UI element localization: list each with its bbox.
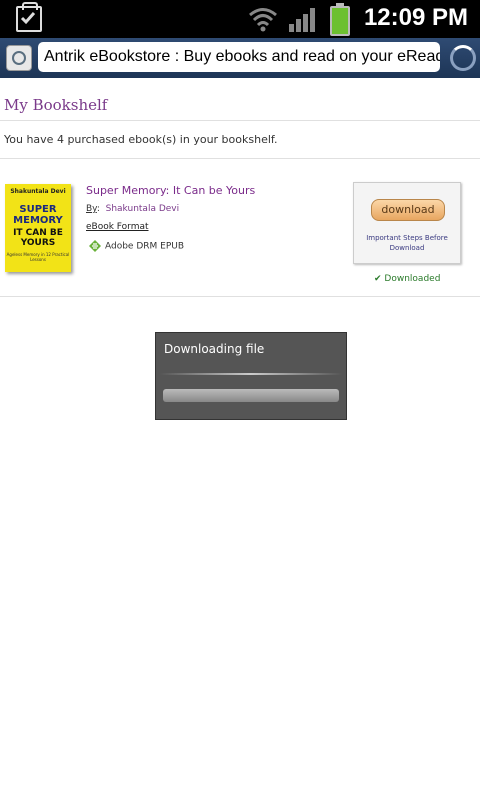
status-time: 12:09 PM [363, 4, 468, 31]
download-progress-dialog: Downloading file [155, 332, 347, 420]
dialog-separator [160, 373, 342, 375]
divider [0, 158, 480, 159]
download-box: download Important Steps Before Download [353, 182, 461, 264]
divider [0, 120, 480, 121]
purchase-count-text: You have 4 purchased ebook(s) in your bo… [4, 133, 278, 146]
divider [0, 296, 480, 297]
download-progress-bar [163, 389, 339, 402]
page-title: My Bookshelf [4, 96, 108, 114]
dialog-title: Downloading file [164, 342, 265, 356]
cover-title: SUPER MEMORY [13, 204, 63, 226]
browser-url-bar: Antrik eBookstore : Buy ebooks and read … [0, 38, 480, 78]
downloaded-label: Downloaded [384, 274, 441, 284]
page-content: My Bookshelf You have 4 purchased ebook(… [0, 78, 480, 310]
site-favicon-icon[interactable] [6, 45, 32, 71]
battery-icon [330, 3, 350, 36]
drm-label: Adobe DRM EPUB [105, 241, 185, 252]
wifi-icon [249, 8, 277, 32]
drm-info: Adobe DRM EPUB [88, 239, 184, 253]
important-steps-link[interactable]: Important Steps Before Download [358, 233, 456, 253]
cover-author: Shakuntala Devi [10, 188, 66, 195]
url-field[interactable]: Antrik eBookstore : Buy ebooks and read … [38, 42, 440, 72]
checkmark-icon: ✔ [374, 274, 382, 284]
by-label: By [86, 204, 97, 214]
book-byline: By: Shakuntala Devi [86, 204, 180, 214]
adobe-epub-icon [89, 240, 101, 252]
book-title-link[interactable]: Super Memory: It Can be Yours [86, 184, 255, 197]
status-bar: 12:09 PM [0, 0, 480, 38]
signal-strength-icon [289, 8, 315, 32]
downloaded-status: ✔ Downloaded [374, 274, 440, 284]
download-complete-notification-icon[interactable] [16, 2, 42, 32]
cover-subtitle: IT CAN BE YOURS [13, 228, 63, 248]
book-cover-image[interactable]: Shakuntala Devi SUPER MEMORY IT CAN BE Y… [5, 184, 71, 272]
author-link[interactable]: Shakuntala Devi [106, 204, 180, 214]
download-button[interactable]: download [371, 199, 445, 221]
ebook-format-link[interactable]: eBook Format [86, 222, 149, 232]
loading-spinner-icon[interactable] [450, 45, 476, 71]
cover-tagline: Ageless Memory in 12 Practical Lessons [6, 252, 70, 262]
